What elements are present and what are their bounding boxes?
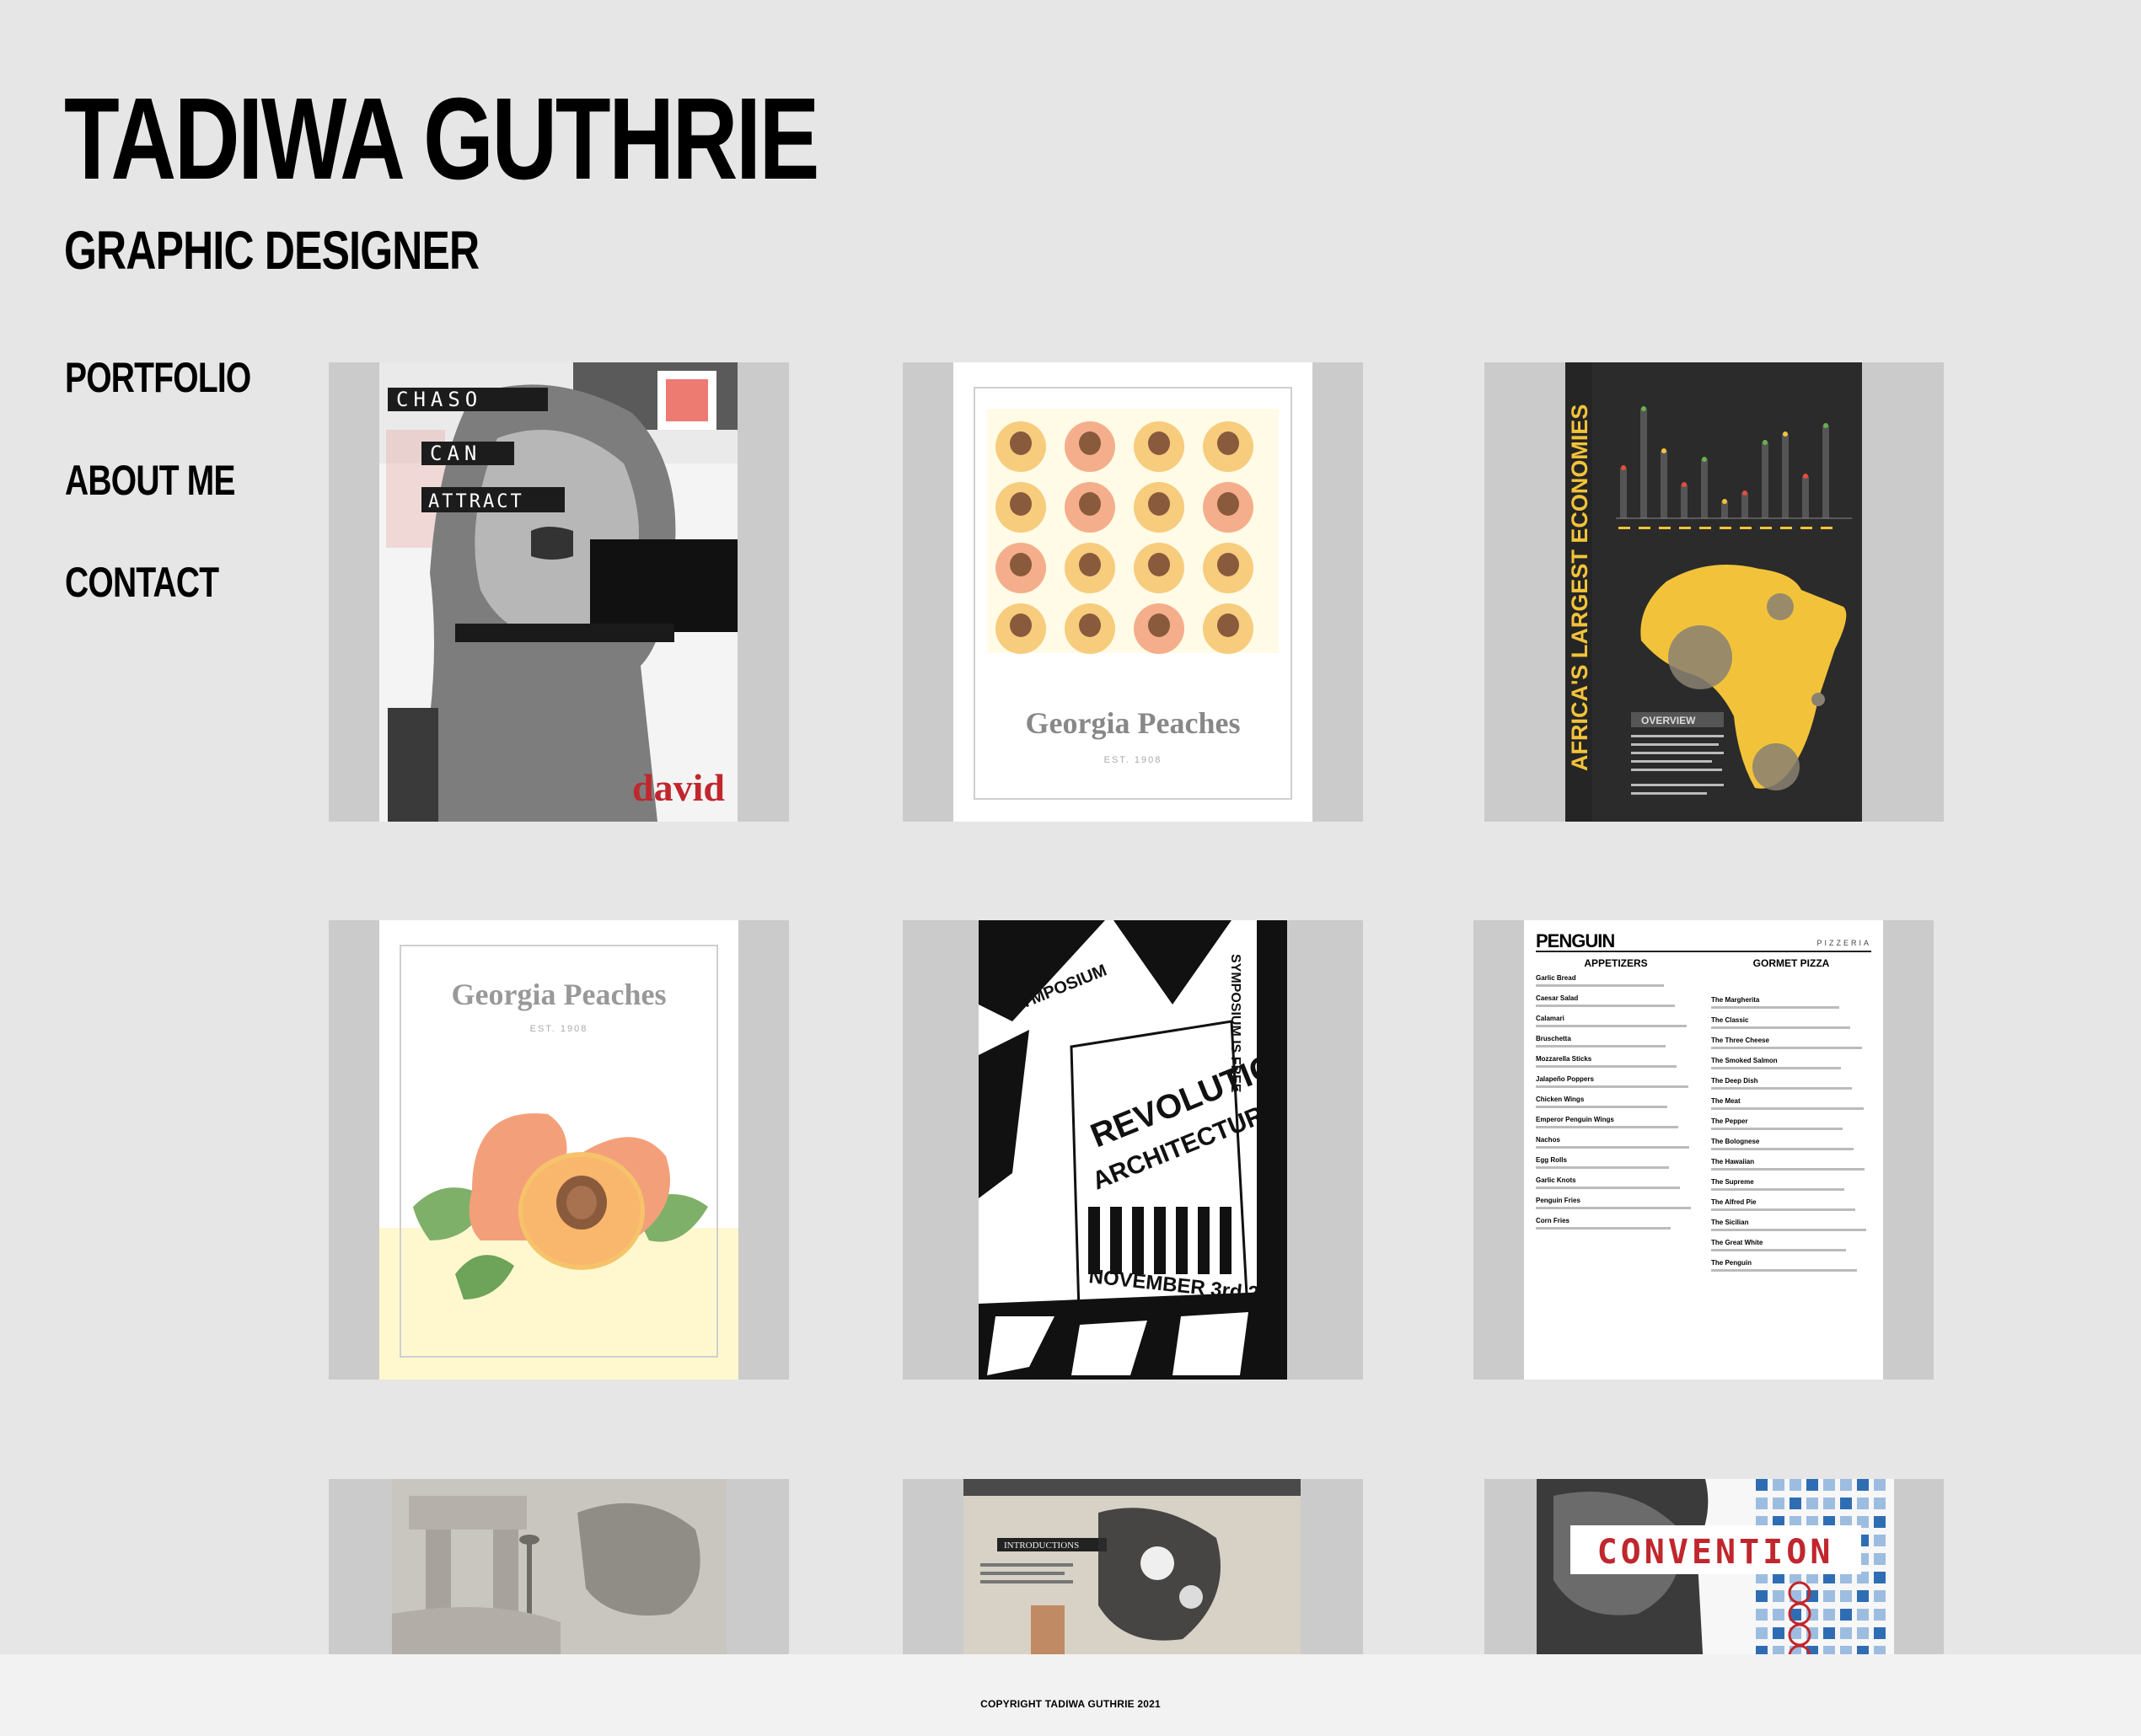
menu-item-description xyxy=(1711,1168,1865,1171)
menu-poster: PENGUIN PIZZERIA APPETIZERS GORMET PIZZA… xyxy=(1524,920,1883,1380)
symposium-side-text: SYMPOSIUM IS FREE xyxy=(1228,954,1242,1093)
menu-item: Bruschetta xyxy=(1536,1035,1571,1042)
peaches2-title: Georgia Peaches xyxy=(452,978,667,1011)
nav-portfolio[interactable]: PORTFOLIO xyxy=(65,354,251,401)
menu-item: The Meat xyxy=(1711,1097,1741,1105)
menu-item: The Penguin xyxy=(1711,1259,1752,1267)
menu-item: The Sicilian xyxy=(1711,1219,1749,1226)
menu-item-description xyxy=(1536,1207,1692,1209)
menu-item: The Hawaiian xyxy=(1711,1158,1755,1165)
menu-brand: PENGUIN xyxy=(1536,930,1615,951)
menu-item: The Pepper xyxy=(1711,1117,1748,1125)
menu-item-description xyxy=(1536,1146,1690,1149)
menu-item: The Deep Dish xyxy=(1711,1077,1758,1085)
symposium-poster: SYMPOSIUM REVOLUTION ARCHITECTURE NOVEMB… xyxy=(979,920,1287,1380)
portfolio-item-africa[interactable]: AFRICA'S LARGEST ECONOMIES OVERVIEW xyxy=(1484,362,1944,822)
menu-col1-title: APPETIZERS xyxy=(1584,957,1648,969)
peaches-est: EST. 1908 xyxy=(1104,755,1162,765)
menu-item-description xyxy=(1711,1087,1853,1090)
menu-col2-title: GORMET PIZZA xyxy=(1752,957,1830,969)
menu-rule xyxy=(1536,951,1871,952)
menu-item: Emperor Penguin Wings xyxy=(1536,1116,1614,1123)
nav-contact[interactable]: CONTACT xyxy=(65,559,219,606)
africa-title: AFRICA'S LARGEST ECONOMIES xyxy=(1567,405,1592,771)
menu-item-description xyxy=(1536,1106,1667,1108)
chaos-line-1: CHASO xyxy=(396,388,482,411)
site-subtitle: GRAPHIC DESIGNER xyxy=(64,220,480,281)
portfolio-item-menu[interactable]: PENGUIN PIZZERIA APPETIZERS GORMET PIZZA… xyxy=(1473,920,1934,1380)
portfolio-item-peaches-2[interactable]: Georgia Peaches EST. 1908 xyxy=(329,920,789,1380)
menu-item: The Three Cheese xyxy=(1711,1037,1769,1044)
menu-item-description xyxy=(1536,1187,1680,1189)
menu-item: The Supreme xyxy=(1711,1178,1754,1186)
menu-item-description xyxy=(1536,1045,1666,1047)
menu-item: Garlic Bread xyxy=(1536,974,1576,982)
collage-book-image: INTRODUCTIONS xyxy=(963,1479,1301,1654)
portfolio-item-peaches[interactable]: Georgia Peaches EST. 1908 xyxy=(903,362,1363,822)
menu-item-description xyxy=(1711,1249,1846,1251)
peaches-title: Georgia Peaches xyxy=(1026,706,1241,740)
menu-item: The Alfred Pie xyxy=(1711,1198,1757,1206)
menu-item: Egg Rolls xyxy=(1536,1156,1567,1164)
menu-item-description xyxy=(1711,1047,1862,1049)
menu-item: The Classic xyxy=(1711,1016,1749,1024)
menu-item: Caesar Salad xyxy=(1536,994,1579,1002)
chaos-poster: CHASO CAN ATTRACT david xyxy=(379,362,738,822)
menu-item: Mozzarella Sticks xyxy=(1536,1055,1592,1063)
chaos-line-2: CAN xyxy=(430,442,481,465)
africa-poster: AFRICA'S LARGEST ECONOMIES OVERVIEW xyxy=(1565,362,1862,822)
menu-item: Chicken Wings xyxy=(1536,1096,1585,1103)
menu-item: The Great White xyxy=(1711,1239,1763,1246)
peaches2-est: EST. 1908 xyxy=(530,1024,588,1034)
menu-item-description xyxy=(1711,1128,1843,1130)
menu-item-description xyxy=(1711,1006,1839,1009)
menu-item-description xyxy=(1536,1025,1687,1027)
menu-item-description xyxy=(1711,1269,1857,1272)
convention-title: CONVENTION xyxy=(1597,1533,1834,1572)
menu-item: Jalapeño Poppers xyxy=(1536,1075,1594,1083)
menu-tagline: PIZZERIA xyxy=(1816,939,1871,947)
menu-item: The Bolognese xyxy=(1711,1138,1760,1145)
peaches-poster-2: Georgia Peaches EST. 1908 xyxy=(379,920,738,1380)
nav-about-me[interactable]: ABOUT ME xyxy=(65,457,236,504)
africa-box-title: OVERVIEW xyxy=(1641,715,1696,726)
portfolio-item-chaos[interactable]: CHASO CAN ATTRACT david xyxy=(329,362,789,822)
menu-item-description xyxy=(1536,1085,1688,1088)
site-title: TADIWA GUTHRIE xyxy=(64,74,819,204)
menu-col1: Garlic Bread Caesar Salad Calamari Bruschet… xyxy=(1536,974,1696,1237)
portfolio-item-book[interactable]: INTRODUCTIONS xyxy=(903,1479,1363,1654)
menu-col2: The Margherita The Classic The Three Chees… xyxy=(1711,996,1871,1279)
menu-item: Corn Fries xyxy=(1536,1217,1570,1224)
portfolio-item-drawing[interactable] xyxy=(329,1479,789,1654)
menu-item-description xyxy=(1711,1067,1841,1069)
menu-item: Penguin Fries xyxy=(1536,1197,1580,1204)
menu-item-description xyxy=(1536,1126,1679,1128)
menu-item-description xyxy=(1711,1148,1854,1150)
menu-item-description xyxy=(1711,1208,1855,1211)
portfolio-item-symposium[interactable]: SYMPOSIUM REVOLUTION ARCHITECTURE NOVEMB… xyxy=(903,920,1363,1380)
menu-item: The Smoked Salmon xyxy=(1711,1057,1778,1064)
chaos-line-3: ATTRACT xyxy=(428,491,524,512)
footer xyxy=(0,1654,2141,1736)
peaches-poster: Georgia Peaches EST. 1908 xyxy=(953,362,1312,822)
menu-item-description xyxy=(1536,1166,1669,1169)
menu-item-description xyxy=(1536,1227,1671,1230)
menu-item: The Margherita xyxy=(1711,996,1760,1004)
convention-poster: CONVENTION xyxy=(1537,1479,1894,1654)
menu-item: Nachos xyxy=(1536,1136,1560,1144)
menu-item-description xyxy=(1711,1107,1864,1110)
copyright-text: COPYRIGHT TADIWA GUTHRIE 2021 xyxy=(980,1698,1161,1710)
menu-item-description xyxy=(1711,1229,1867,1231)
menu-item-description xyxy=(1711,1026,1851,1029)
menu-item-description xyxy=(1536,984,1664,987)
menu-item: Calamari xyxy=(1536,1015,1564,1022)
menu-item-description xyxy=(1536,1005,1676,1007)
menu-item-description xyxy=(1536,1065,1677,1068)
portfolio-item-convention[interactable]: CONVENTION xyxy=(1484,1479,1944,1654)
book-label: INTRODUCTIONS xyxy=(1004,1540,1079,1551)
menu-item-description xyxy=(1711,1188,1844,1191)
menu-item: Garlic Knots xyxy=(1536,1176,1576,1184)
drawing-image xyxy=(392,1479,727,1654)
chaos-signature: david xyxy=(632,766,725,809)
